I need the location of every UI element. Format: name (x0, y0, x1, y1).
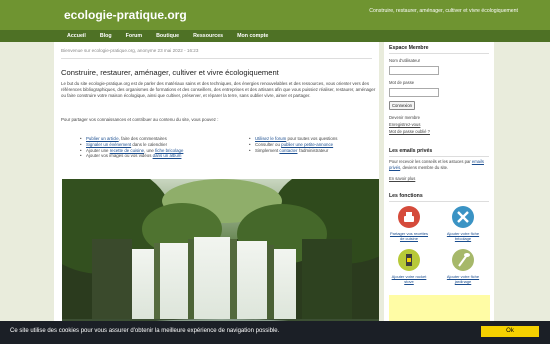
register-link[interactable]: Enregistrez-vous (389, 122, 420, 128)
cookie-text: Ce site utilise des cookies pour vous as… (10, 328, 280, 334)
nav-item-accueil[interactable]: Accueil (60, 30, 93, 42)
cookie-ok-button[interactable]: Ok (481, 326, 539, 337)
member-area-title: Espace Membre (389, 45, 429, 51)
function-diy[interactable]: Ajouter votre fiche bricolage (442, 206, 484, 242)
site-header: ecologie-pratique.org Construire, restau… (0, 0, 550, 30)
cooking-icon (398, 206, 420, 228)
site-tagline: Construire, restaurer, aménager, cultive… (369, 8, 518, 14)
divider (389, 201, 489, 202)
stove-icon (398, 249, 420, 271)
function-rocket-stove[interactable]: Ajouter votre rocket stove (388, 249, 430, 285)
sidebar: Espace Membre Nom d'utilisateur Mot de p… (384, 42, 494, 344)
diy-sheet-link[interactable]: fiche bricolage (155, 148, 183, 153)
divider (389, 156, 489, 157)
publish-article-link[interactable]: Publier un article (86, 136, 119, 141)
recipe-link[interactable]: recette de cuisine (110, 148, 144, 153)
main-content: Bienvenue sur ecologie-pratique.org, ano… (54, 42, 379, 344)
username-label: Nom d'utilisateur (389, 58, 421, 63)
function-label[interactable]: Ajouter votre fiche bricolage (442, 231, 484, 242)
nav-item-ressources[interactable]: Ressources (186, 30, 230, 42)
waterfall-image (62, 179, 379, 344)
nav-item-mon-compte[interactable]: Mon compte (230, 30, 275, 42)
classified-link[interactable]: publier une petite-annonce (281, 142, 333, 147)
main-nav: Accueil Blog Forum Boutique Ressources M… (0, 30, 550, 42)
function-label[interactable]: Ajouter votre rocket stove (388, 274, 430, 285)
nav-item-boutique[interactable]: Boutique (149, 30, 186, 42)
function-recipes[interactable]: Partager vos recettes de cuisine (388, 206, 430, 242)
private-emails-title: Les emails privés (389, 148, 433, 154)
divider (389, 53, 489, 54)
contribute-list-left: Publier un article, faire des commentair… (80, 136, 183, 159)
contribute-text: Pour partager vos connaissances et contr… (61, 117, 219, 122)
divider (61, 58, 372, 59)
username-input[interactable] (389, 66, 439, 75)
learn-more-link[interactable]: En savoir plus (389, 176, 415, 182)
list-item: Ajouter vos images ou vos vidéos dans un… (80, 153, 183, 159)
waterfall-photo (62, 179, 379, 344)
login-button[interactable]: Connexion (389, 101, 415, 110)
function-label[interactable]: Partager vos recettes de cuisine (388, 231, 430, 242)
cookie-banner: Ce site utilise des cookies pour vous as… (0, 321, 550, 344)
function-gardening[interactable]: Ajouter votre fiche jardinage (442, 249, 484, 285)
forgot-password-link[interactable]: Mot de passe oublié ? (389, 129, 430, 135)
function-label[interactable]: Ajouter votre fiche jardinage (442, 274, 484, 285)
nav-item-blog[interactable]: Blog (93, 30, 119, 42)
password-label: Mot de passe (389, 80, 415, 85)
page-title: Construire, restaurer, aménager, cultive… (61, 68, 279, 77)
tools-icon (452, 206, 474, 228)
contact-link[interactable]: contacter (279, 148, 297, 153)
functions-title: Les fonctions (389, 193, 423, 199)
contribute-list-right: Utilisez le forum pour toutes vos questi… (249, 136, 338, 153)
album-link[interactable]: dans un album (153, 153, 182, 158)
become-member-text: Devenir membre (389, 115, 420, 120)
intro-paragraph: Le but du site ecologie-pratique.org est… (61, 81, 376, 98)
list-item: Simplement contacter l'administrateur (249, 148, 338, 154)
shovel-icon (452, 249, 474, 271)
forum-link[interactable]: Utilisez le forum (255, 136, 286, 141)
password-input[interactable] (389, 88, 439, 97)
site-title[interactable]: ecologie-pratique.org (64, 8, 187, 22)
nav-item-forum[interactable]: Forum (119, 30, 149, 42)
report-event-link[interactable]: Signaler un événement (86, 142, 131, 147)
private-emails-text: Pour recevoir les conseils et les astuce… (389, 159, 484, 170)
welcome-line: Bienvenue sur ecologie-pratique.org, ano… (61, 48, 199, 53)
